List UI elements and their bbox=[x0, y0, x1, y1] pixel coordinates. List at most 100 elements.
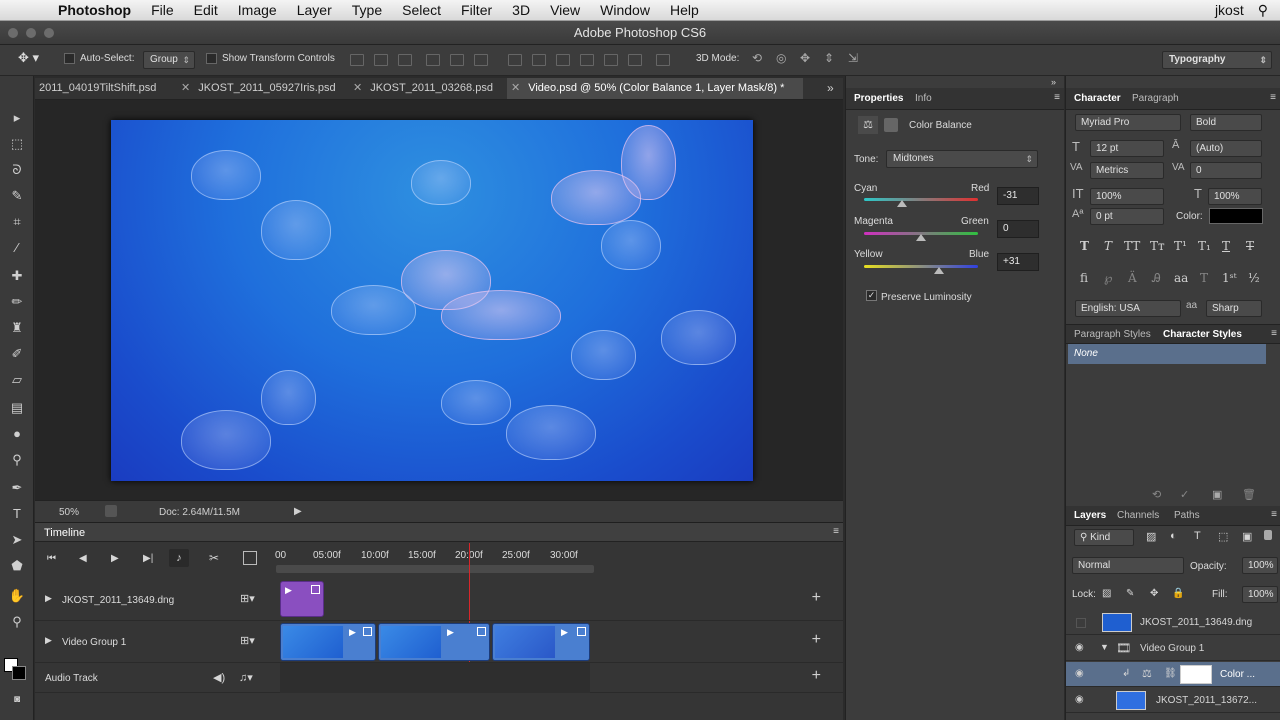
timeline-title[interactable]: Timeline bbox=[44, 527, 85, 539]
expand-track-icon[interactable]: ▶ bbox=[45, 593, 52, 604]
distribute-bottom-icon[interactable] bbox=[556, 54, 570, 66]
user-name[interactable]: jkost bbox=[1215, 2, 1244, 18]
tab-iris[interactable]: ✕ JKOST_2011_05927Iris.psd bbox=[177, 78, 347, 99]
eye-icon[interactable]: ◉ bbox=[1075, 694, 1084, 705]
path-select-tool-icon[interactable]: ➤ bbox=[7, 530, 27, 550]
menu-help[interactable]: Help bbox=[660, 2, 709, 18]
mute-audio-icon[interactable]: ♪ bbox=[169, 549, 189, 567]
work-area-bar[interactable] bbox=[276, 565, 594, 573]
ordinals-icon[interactable]: 1ˢᵗ bbox=[1222, 271, 1237, 285]
cyan-red-knob[interactable] bbox=[897, 200, 907, 207]
lock-transparent-icon[interactable]: ▨ bbox=[1102, 588, 1111, 599]
magenta-green-knob[interactable] bbox=[916, 234, 926, 241]
tab-03268[interactable]: ✕ JKOST_2011_03268.psd bbox=[349, 78, 505, 99]
menu-file[interactable]: File bbox=[141, 2, 184, 18]
workspace-switcher[interactable]: Typography bbox=[1162, 51, 1272, 69]
align-hcenter-icon[interactable] bbox=[450, 54, 464, 66]
eye-icon[interactable]: ◉ bbox=[1075, 642, 1084, 653]
audio-volume-icon[interactable]: ◀) bbox=[213, 671, 225, 684]
zoom-window-icon[interactable] bbox=[44, 28, 54, 38]
menu-edit[interactable]: Edit bbox=[184, 2, 228, 18]
tab-video[interactable]: ✕ Video.psd @ 50% (Color Balance 1, Layer… bbox=[507, 78, 803, 99]
audio-track-area[interactable] bbox=[280, 663, 590, 693]
preserve-luminosity-checkbox[interactable]: ✓ bbox=[866, 290, 877, 301]
doc-size[interactable]: Doc: 2.64M/11.5M bbox=[159, 507, 240, 518]
3d-slide-icon[interactable]: ⇕ bbox=[824, 51, 834, 65]
type-tool-icon[interactable]: T bbox=[7, 504, 27, 524]
quick-select-tool-icon[interactable]: ✎ bbox=[7, 186, 27, 206]
align-bottom-icon[interactable] bbox=[398, 54, 412, 66]
distribute-right-icon[interactable] bbox=[628, 54, 642, 66]
go-to-first-frame-icon[interactable]: ⏮ bbox=[47, 553, 56, 564]
menu-filter[interactable]: Filter bbox=[451, 2, 502, 18]
layer-row[interactable]: ◉ ▼ 🎞 Video Group 1 bbox=[1066, 636, 1280, 661]
ligatures-icon[interactable]: ﬁ bbox=[1080, 271, 1088, 285]
cyan-red-value[interactable]: -31 bbox=[997, 187, 1039, 205]
anti-alias-dropdown[interactable]: Sharp bbox=[1206, 300, 1262, 317]
align-left-icon[interactable] bbox=[426, 54, 440, 66]
fill-field[interactable]: 100% bbox=[1242, 586, 1278, 603]
auto-select-checkbox[interactable]: Auto-Select: bbox=[64, 53, 134, 64]
yellow-blue-slider[interactable] bbox=[864, 265, 978, 268]
track-options-icon[interactable]: ⊞▾ bbox=[240, 634, 255, 647]
3d-scale-icon[interactable]: ⇲ bbox=[848, 51, 858, 65]
magenta-green-value[interactable]: 0 bbox=[997, 220, 1039, 238]
expand-track-icon[interactable]: ▶ bbox=[45, 635, 52, 646]
add-audio-icon[interactable]: + bbox=[812, 667, 821, 685]
document-canvas[interactable] bbox=[111, 120, 753, 481]
track-label[interactable]: Audio Track bbox=[45, 673, 98, 684]
brush-tool-icon[interactable]: ✏ bbox=[7, 292, 27, 312]
layer-row[interactable]: ◉ JKOST_2011_13672... bbox=[1066, 688, 1280, 713]
align-vcenter-icon[interactable] bbox=[374, 54, 388, 66]
tab-paths[interactable]: Paths bbox=[1174, 510, 1200, 521]
show-transform-checkbox[interactable]: Show Transform Controls bbox=[206, 53, 335, 64]
kerning-field[interactable]: Metrics bbox=[1090, 162, 1164, 179]
titling-alternates-icon[interactable]: aa bbox=[1174, 271, 1188, 285]
next-frame-icon[interactable]: ▶| bbox=[143, 553, 153, 564]
mask-icon[interactable] bbox=[884, 118, 898, 132]
layer-mask-thumbnail[interactable] bbox=[1180, 665, 1212, 684]
tone-dropdown[interactable]: Midtones bbox=[886, 150, 1038, 168]
pen-tool-icon[interactable]: ✒ bbox=[7, 478, 27, 498]
close-tab-icon[interactable]: ✕ bbox=[511, 82, 520, 94]
history-brush-tool-icon[interactable]: ✐ bbox=[7, 344, 27, 364]
layer-row-selected[interactable]: ◉ ↲ ⚖ ⛓ Color ... bbox=[1066, 662, 1280, 687]
filter-smart-object-icon[interactable]: ▣ bbox=[1242, 530, 1252, 543]
vertical-scale-field[interactable]: 100% bbox=[1090, 188, 1164, 205]
all-caps-icon[interactable]: TT bbox=[1124, 239, 1140, 253]
status-menu-arrow-icon[interactable]: ▶ bbox=[294, 506, 302, 517]
marquee-tool-icon[interactable]: ⬚ bbox=[7, 134, 27, 154]
leading-field[interactable]: (Auto) bbox=[1190, 140, 1262, 157]
menu-window[interactable]: Window bbox=[590, 2, 660, 18]
mask-link-icon[interactable]: ⛓ bbox=[1164, 668, 1177, 679]
tab-paragraph-styles[interactable]: Paragraph Styles bbox=[1074, 329, 1151, 340]
menu-type[interactable]: Type bbox=[342, 2, 392, 18]
tab-properties[interactable]: Properties bbox=[854, 93, 903, 104]
subscript-icon[interactable]: T₁ bbox=[1198, 239, 1211, 253]
underline-icon[interactable]: T bbox=[1222, 239, 1230, 253]
transition-icon[interactable] bbox=[243, 551, 257, 565]
minimize-window-icon[interactable] bbox=[26, 28, 36, 38]
background-color-swatch[interactable] bbox=[12, 666, 26, 680]
lock-image-icon[interactable]: ✎ bbox=[1126, 588, 1134, 599]
menu-image[interactable]: Image bbox=[228, 2, 287, 18]
tracking-field[interactable]: 0 bbox=[1190, 162, 1262, 179]
track-options-icon[interactable]: ⊞▾ bbox=[240, 592, 255, 605]
close-window-icon[interactable] bbox=[8, 28, 18, 38]
filter-adjustment-icon[interactable]: ◐ bbox=[1170, 530, 1177, 542]
status-export-icon[interactable] bbox=[105, 505, 117, 517]
tab-tiltshift[interactable]: 2011_04019TiltShift.psd bbox=[35, 78, 175, 99]
quick-mask-icon[interactable]: ◙ bbox=[7, 690, 27, 710]
video-clip[interactable]: ▶ bbox=[492, 623, 590, 661]
distribute-hcenter-icon[interactable] bbox=[604, 54, 618, 66]
menu-layer[interactable]: Layer bbox=[287, 2, 342, 18]
group-expand-icon[interactable]: ▼ bbox=[1100, 642, 1109, 652]
layer-filter-dropdown[interactable]: ⚲ Kind bbox=[1074, 529, 1134, 546]
blur-tool-icon[interactable]: ● bbox=[7, 424, 27, 444]
yellow-blue-knob[interactable] bbox=[934, 267, 944, 274]
hand-tool-icon[interactable]: ✋ bbox=[7, 586, 27, 606]
lasso-tool-icon[interactable]: ᘐ bbox=[7, 160, 27, 180]
font-size-field[interactable]: 12 pt bbox=[1090, 140, 1164, 157]
align-top-icon[interactable] bbox=[350, 54, 364, 66]
zoom-level[interactable]: 50% bbox=[59, 507, 79, 518]
